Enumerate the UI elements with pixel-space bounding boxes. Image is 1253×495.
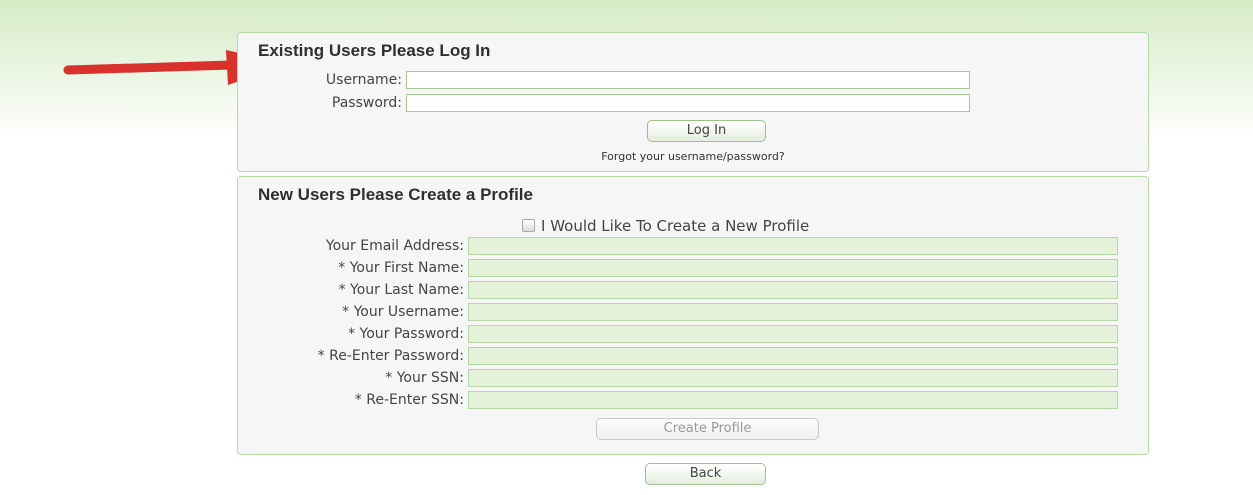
email-label: Your Email Address: xyxy=(325,238,464,254)
login-title: Existing Users Please Log In xyxy=(258,41,491,60)
confirm-ssn-input[interactable] xyxy=(468,391,1118,409)
new-username-input[interactable] xyxy=(468,303,1118,321)
password-label: Password: xyxy=(331,95,402,111)
confirm-password-label: * Re-Enter Password: xyxy=(317,348,464,364)
password-input[interactable] xyxy=(406,94,970,112)
email-input[interactable] xyxy=(468,237,1118,255)
back-button[interactable]: Back xyxy=(645,463,766,485)
create-profile-checkbox[interactable] xyxy=(522,219,535,232)
last-name-input[interactable] xyxy=(468,281,1118,299)
username-label: Username: xyxy=(325,72,402,88)
ssn-label: * Your SSN: xyxy=(385,370,464,386)
new-password-label: * Your Password: xyxy=(348,326,464,342)
create-profile-panel: New Users Please Create a Profile I Woul… xyxy=(237,176,1149,455)
last-name-label: * Your Last Name: xyxy=(338,282,464,298)
ssn-input[interactable] xyxy=(468,369,1118,387)
new-password-input[interactable] xyxy=(468,325,1118,343)
first-name-input[interactable] xyxy=(468,259,1118,277)
confirm-ssn-label: * Re-Enter SSN: xyxy=(354,392,464,408)
login-panel: Existing Users Please Log In Username: P… xyxy=(237,32,1149,172)
first-name-label: * Your First Name: xyxy=(338,260,464,276)
new-username-label: * Your Username: xyxy=(342,304,464,320)
login-button[interactable]: Log In xyxy=(647,120,766,142)
create-profile-button[interactable]: Create Profile xyxy=(596,418,819,440)
confirm-password-input[interactable] xyxy=(468,347,1118,365)
username-input[interactable] xyxy=(406,71,970,89)
create-profile-title: New Users Please Create a Profile xyxy=(258,185,533,204)
create-profile-checkbox-label: I Would Like To Create a New Profile xyxy=(541,217,810,235)
forgot-credentials-link[interactable]: Forgot your username/password? xyxy=(238,150,1148,163)
